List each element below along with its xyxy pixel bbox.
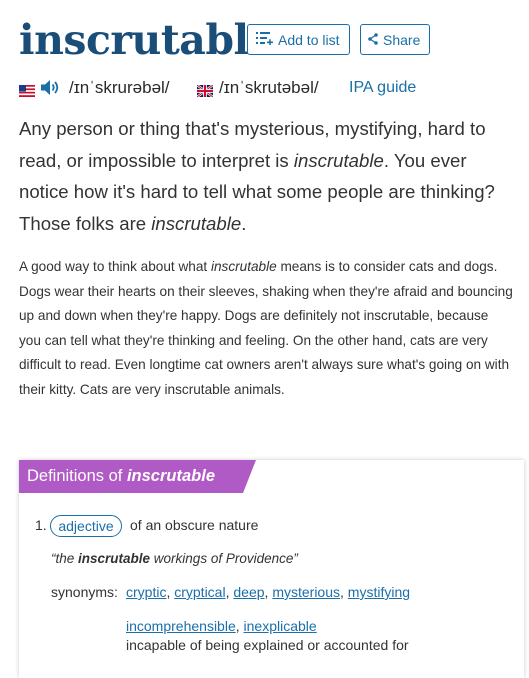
- definitions-banner: Definitions of inscrutable: [19, 460, 256, 493]
- add-to-list-label: Add to list: [278, 31, 340, 48]
- synonym-link[interactable]: inexplicable: [244, 618, 317, 634]
- synonym-group-gloss: incapable of being explained or accounte…: [126, 637, 409, 653]
- long-def-emphasis: inscrutable: [210, 259, 277, 274]
- usage-example: “the inscrutable workings of Providence”: [51, 551, 298, 566]
- list-add-icon: [256, 31, 278, 48]
- short-definition: Any person or thing that's mysterious, m…: [19, 118, 495, 234]
- part-of-speech-pill[interactable]: adjective: [50, 515, 122, 537]
- synonym-link[interactable]: mysterious: [272, 584, 340, 600]
- synonym-link[interactable]: cryptical: [174, 584, 225, 600]
- us-flag-icon: [19, 82, 35, 97]
- sense-number: 1.: [35, 517, 47, 533]
- share-icon: [368, 32, 383, 48]
- add-to-list-button[interactable]: Add to list: [247, 24, 350, 55]
- long-definition: A good way to think about what inscrutab…: [19, 259, 513, 397]
- ipa-guide-link[interactable]: IPA guide: [349, 79, 416, 97]
- pronunciation-bar: /ɪnˈskrurəbəl/ /ɪnˈskrutəbəl/ IPA guide: [19, 78, 524, 100]
- synonym-link[interactable]: cryptic: [126, 584, 166, 600]
- share-button[interactable]: Share: [360, 24, 430, 55]
- synonym-link[interactable]: incomprehensible: [126, 618, 236, 634]
- synonyms-label: synonyms:: [51, 584, 118, 600]
- sense-gloss: of an obscure nature: [130, 517, 259, 533]
- uk-ipa: /ɪnˈskrutəbəl/: [219, 78, 319, 97]
- synonym-link[interactable]: mystifying: [348, 584, 410, 600]
- definitions-panel: Definitions of inscrutable 1. adjective …: [19, 460, 524, 678]
- us-ipa: /ɪnˈskrurəbəl/: [69, 78, 170, 97]
- uk-flag-icon: [196, 82, 214, 98]
- definitions-heading: Definitions of inscrutable: [27, 467, 215, 485]
- short-def-emphasis-2: inscrutable: [151, 212, 242, 234]
- speaker-icon[interactable]: [41, 79, 61, 101]
- entry-header: inscrutable Add to list Share: [19, 14, 524, 66]
- headword: inscrutable: [19, 16, 275, 64]
- synonyms-row-1: cryptic, cryptical, deep, mysterious, my…: [126, 584, 411, 600]
- share-label: Share: [383, 31, 421, 48]
- synonym-link[interactable]: deep: [233, 584, 264, 600]
- short-def-emphasis: inscrutable: [293, 149, 384, 171]
- synonyms-row-2: incomprehensible, inexplicable: [126, 618, 317, 634]
